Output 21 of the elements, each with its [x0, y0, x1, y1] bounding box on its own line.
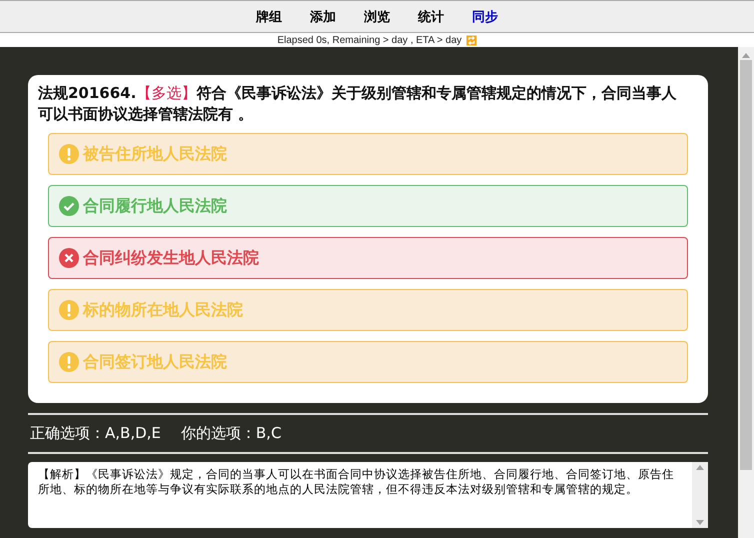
- exclamation-icon: [59, 352, 79, 372]
- scroll-up-icon[interactable]: [696, 465, 704, 470]
- nav-link[interactable]: 浏览: [364, 8, 390, 26]
- explanation-text: 【解析】《民事诉讼法》规定，合同的当事人可以在书面合同中协议选择被告住所地、合同履行地、合同签订地、原告住所地、标的物所在地等与争议有实际联系的地点的人民法院管辖，但不得违反本法对级别管辖和专属管辖的规定。: [37, 466, 675, 498]
- scrollbar[interactable]: [738, 47, 754, 538]
- close-icon: [59, 248, 79, 268]
- scroll-up-icon[interactable]: [742, 53, 750, 58]
- scroll-down-icon[interactable]: [696, 520, 704, 525]
- your-answer-text: 你的选项：B,C: [180, 424, 282, 443]
- nav-link[interactable]: 统计: [418, 8, 444, 26]
- status-text: Elapsed 0s, Remaining > day , ETA > day: [277, 34, 462, 46]
- nav-link[interactable]: 添加: [310, 8, 336, 26]
- correct-answer-text: 正确选项：A,B,D,E: [30, 424, 161, 443]
- nav-link[interactable]: 同步: [472, 8, 498, 26]
- sync-icon[interactable]: [466, 34, 477, 46]
- exclamation-icon: [59, 300, 79, 320]
- check-icon: [59, 196, 79, 216]
- scrollbar[interactable]: [692, 462, 708, 528]
- exclamation-icon: [59, 144, 79, 164]
- question-text: 法规201664.【多选】符合《民事诉讼法》关于级别管辖和专属管辖规定的情况下，合同当事人可以书面协议选择管辖法院有 。: [38, 83, 678, 125]
- nav-link[interactable]: 牌组: [256, 8, 282, 26]
